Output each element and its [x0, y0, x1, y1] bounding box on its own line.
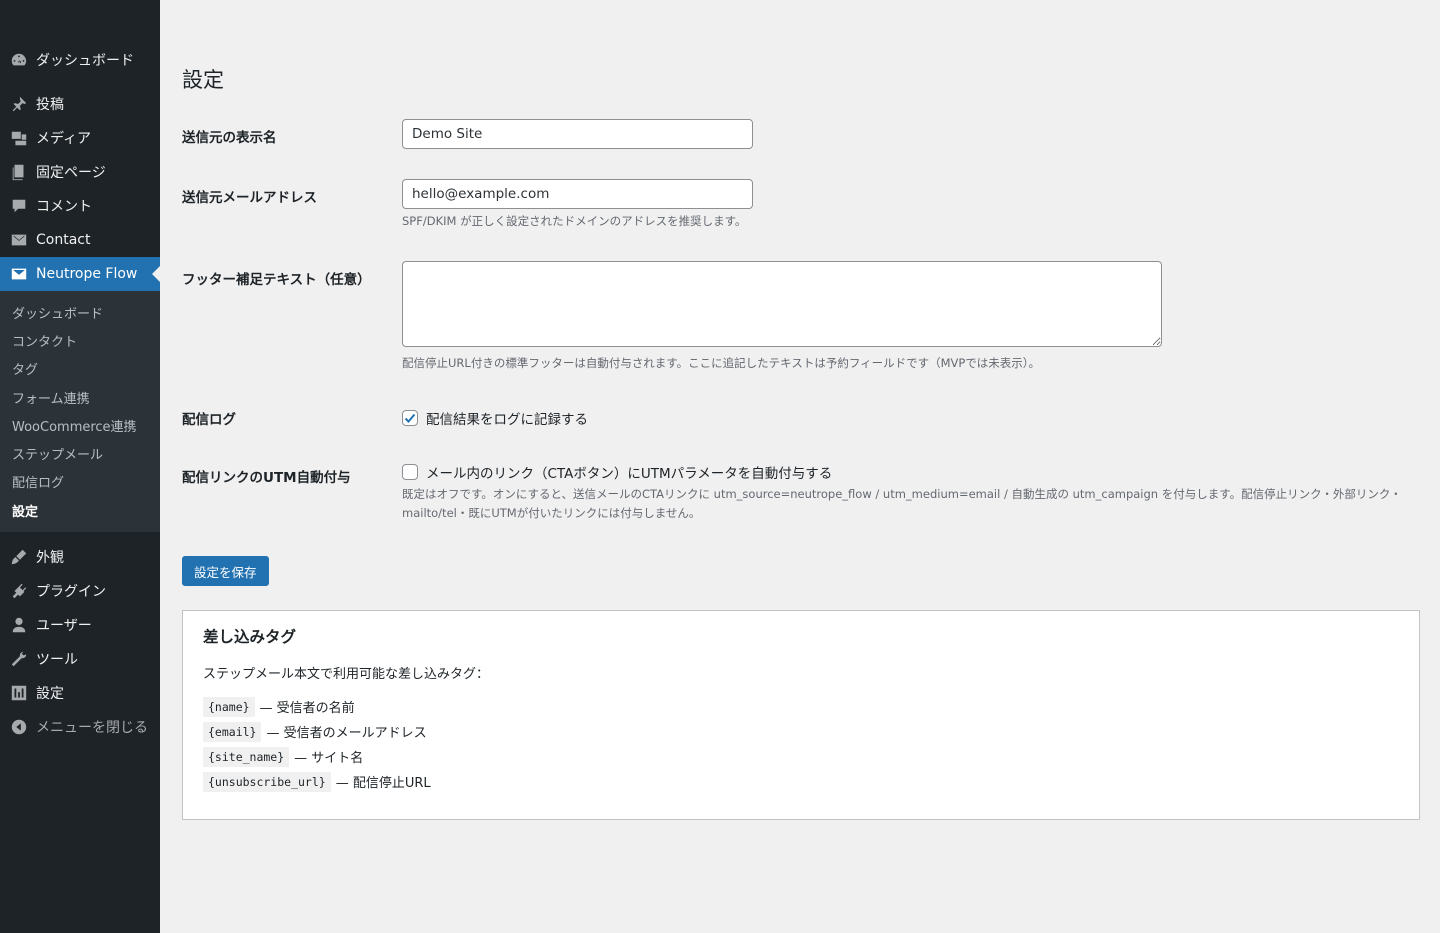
menu-plugins[interactable]: プラグイン [0, 574, 160, 608]
neutrope-submenu: ダッシュボード コンタクト タグ フォーム連携 WooCommerce連携 ステ… [0, 291, 160, 533]
menu-settings[interactable]: 設定 [0, 676, 160, 710]
page-title: 設定 [182, 68, 224, 92]
menu-label: 固定ページ [36, 165, 106, 181]
delivery-log-label: 配信ログ [182, 412, 236, 428]
menu-collapse[interactable]: メニューを閉じる [0, 710, 160, 744]
submenu-step-mail[interactable]: ステップメール [0, 439, 160, 467]
menu-label: 外観 [36, 550, 64, 567]
collapse-icon [9, 717, 29, 737]
merge-tag-code: {site_name} [203, 746, 290, 767]
menu-label: ツール [36, 652, 78, 669]
save-settings-button[interactable]: 設定を保存 [182, 556, 269, 586]
menu-label: メディア [36, 131, 92, 147]
merge-tag-item: {site_name} — サイト名 [203, 744, 1399, 769]
submenu-contacts[interactable]: コンタクト [0, 326, 160, 354]
menu-label: Contact [36, 232, 91, 248]
menu-users[interactable]: ユーザー [0, 608, 160, 642]
delivery-log-option[interactable]: 配信結果をログに記録する [402, 408, 588, 428]
menu-posts[interactable]: 投稿 [0, 87, 160, 121]
user-icon [9, 615, 29, 635]
menu-tools[interactable]: ツール [0, 642, 160, 676]
merge-tags-title: 差し込みタグ [203, 628, 297, 646]
admin-menu: ダッシュボード [0, 43, 160, 77]
menu-appearance[interactable]: 外観 [0, 540, 160, 574]
merge-tag-code: {email} [203, 721, 262, 742]
menu-label: Neutrope Flow [36, 266, 138, 282]
menu-label: ダッシュボード [36, 53, 134, 69]
media-icon [9, 128, 29, 148]
from-email-label: 送信元メールアドレス [182, 190, 317, 206]
submenu-delivery-log[interactable]: 配信ログ [0, 468, 160, 496]
menu-label: 設定 [36, 686, 64, 703]
menu-label: ユーザー [36, 618, 92, 635]
from-name-label: 送信元の表示名 [182, 130, 277, 146]
from-email-input[interactable] [402, 179, 753, 209]
menu-label: コメント [36, 199, 92, 215]
pin-icon [9, 94, 29, 114]
menu-label: メニューを閉じる [36, 720, 148, 737]
merge-tag-item: {unsubscribe_url} — 配信停止URL [203, 769, 1399, 794]
utm-checkbox[interactable] [402, 464, 418, 480]
submenu-form-integration[interactable]: フォーム連携 [0, 383, 160, 411]
tool-icon [9, 649, 29, 669]
from-name-input[interactable] [402, 119, 753, 149]
appearance-icon [9, 547, 29, 567]
merge-tag-desc: — 配信停止URL [335, 776, 431, 791]
merge-tag-desc: — サイト名 [294, 751, 364, 766]
delivery-log-checkbox[interactable] [402, 410, 418, 426]
admin-menu-bottom: 外観 プラグイン ユーザー ツール 設定 メニューを閉じる [0, 540, 160, 744]
settings-icon [9, 683, 29, 703]
menu-label: 投稿 [36, 97, 64, 113]
menu-pages[interactable]: 固定ページ [0, 155, 160, 189]
merge-tag-desc: — 受信者の名前 [259, 701, 355, 716]
menu-dashboard[interactable]: ダッシュボード [0, 43, 160, 77]
page-icon [9, 162, 29, 182]
merge-tag-desc: — 受信者のメールアドレス [266, 726, 427, 741]
mail-icon [9, 230, 29, 250]
footer-text-label: フッター補足テキスト（任意） [182, 272, 371, 288]
footer-text-description: 配信停止URL付きの標準フッターは自動付与されます。ここに追記したテキストは予約… [402, 356, 1041, 370]
mail-icon [9, 264, 29, 284]
submenu-settings[interactable]: 設定 [0, 496, 160, 524]
menu-neutrope-flow[interactable]: Neutrope Flow [0, 257, 160, 291]
from-email-description: SPF/DKIM が正しく設定されたドメインのアドレスを推奨します。 [402, 214, 747, 228]
merge-tags-card: 差し込みタグ ステップメール本文で利用可能な差し込みタグ： {name} — 受… [182, 610, 1420, 820]
utm-checkbox-label: メール内のリンク（CTAボタン）にUTMパラメータを自動付与する [426, 466, 833, 482]
menu-media[interactable]: メディア [0, 121, 160, 155]
delivery-log-checkbox-label: 配信結果をログに記録する [426, 412, 588, 428]
checkmark-icon [404, 413, 416, 423]
menu-contact[interactable]: Contact [0, 223, 160, 257]
menu-label: プラグイン [36, 584, 106, 601]
merge-tag-item: {email} — 受信者のメールアドレス [203, 719, 1399, 744]
menu-comments[interactable]: コメント [0, 189, 160, 223]
utm-option[interactable]: メール内のリンク（CTAボタン）にUTMパラメータを自動付与する [402, 462, 1412, 482]
merge-tags-intro: ステップメール本文で利用可能な差し込みタグ： [203, 667, 490, 682]
admin-sidebar: ダッシュボード 投稿 メディア 固定ページ コメント Contact Neutr… [0, 0, 160, 933]
merge-tag-item: {name} — 受信者の名前 [203, 694, 1399, 719]
submenu-tags[interactable]: タグ [0, 355, 160, 383]
utm-label: 配信リンクのUTM自動付与 [182, 470, 351, 486]
dashboard-icon [9, 50, 29, 70]
merge-tag-code: {name} [203, 696, 255, 717]
submenu-woocommerce[interactable]: WooCommerce連携 [0, 411, 160, 439]
merge-tag-code: {unsubscribe_url} [203, 771, 331, 792]
submenu-dashboard[interactable]: ダッシュボード [0, 298, 160, 326]
plugin-icon [9, 581, 29, 601]
utm-description: 既定はオフです。オンにすると、送信メールのCTAリンクに utm_source=… [402, 487, 1402, 520]
admin-menu-main: 投稿 メディア 固定ページ コメント Contact Neutrope Flow [0, 87, 160, 291]
comment-icon [9, 196, 29, 216]
footer-text-textarea[interactable] [402, 261, 1162, 347]
